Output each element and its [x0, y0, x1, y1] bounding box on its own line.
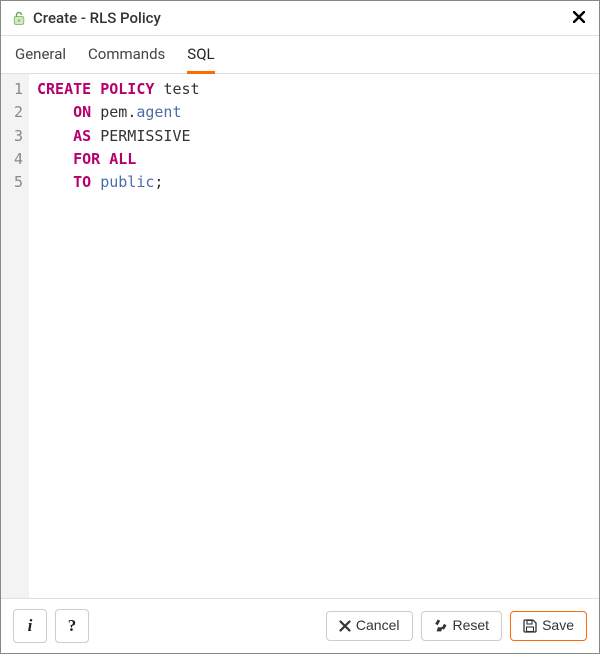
line-number: 2 [9, 101, 23, 124]
line-number: 1 [9, 78, 23, 101]
code-area[interactable]: CREATE POLICY test ON pem.agent AS PERMI… [29, 74, 599, 598]
line-gutter: 12345 [1, 74, 29, 598]
code-line: CREATE POLICY test [37, 78, 591, 101]
info-icon: i [28, 616, 33, 636]
close-icon [573, 7, 585, 28]
info-button[interactable]: i [13, 609, 47, 643]
lock-icon [11, 10, 27, 26]
cancel-icon [339, 620, 351, 632]
line-number: 3 [9, 125, 23, 148]
sql-editor[interactable]: 12345 CREATE POLICY test ON pem.agent AS… [1, 74, 599, 599]
titlebar: Create - RLS Policy [1, 1, 599, 36]
window-title: Create - RLS Policy [33, 9, 569, 27]
tab-sql[interactable]: SQL [187, 36, 214, 74]
dialog-footer: i ? Cancel Reset Save [1, 599, 599, 653]
save-label: Save [542, 618, 574, 633]
help-icon: ? [68, 616, 77, 636]
code-line: FOR ALL [37, 148, 591, 171]
code-line: AS PERMISSIVE [37, 125, 591, 148]
line-number: 5 [9, 171, 23, 194]
cancel-button[interactable]: Cancel [326, 611, 413, 640]
close-button[interactable] [569, 7, 589, 29]
code-line: TO public; [37, 171, 591, 194]
tabbar: General Commands SQL [1, 36, 599, 74]
recycle-icon [434, 619, 448, 633]
reset-label: Reset [453, 618, 490, 633]
line-number: 4 [9, 148, 23, 171]
tab-commands[interactable]: Commands [88, 36, 165, 74]
save-icon [523, 619, 537, 633]
tab-general[interactable]: General [15, 36, 66, 74]
help-button[interactable]: ? [55, 609, 89, 643]
code-line: ON pem.agent [37, 101, 591, 124]
save-button[interactable]: Save [510, 611, 587, 640]
cancel-label: Cancel [356, 618, 400, 633]
reset-button[interactable]: Reset [421, 611, 503, 640]
